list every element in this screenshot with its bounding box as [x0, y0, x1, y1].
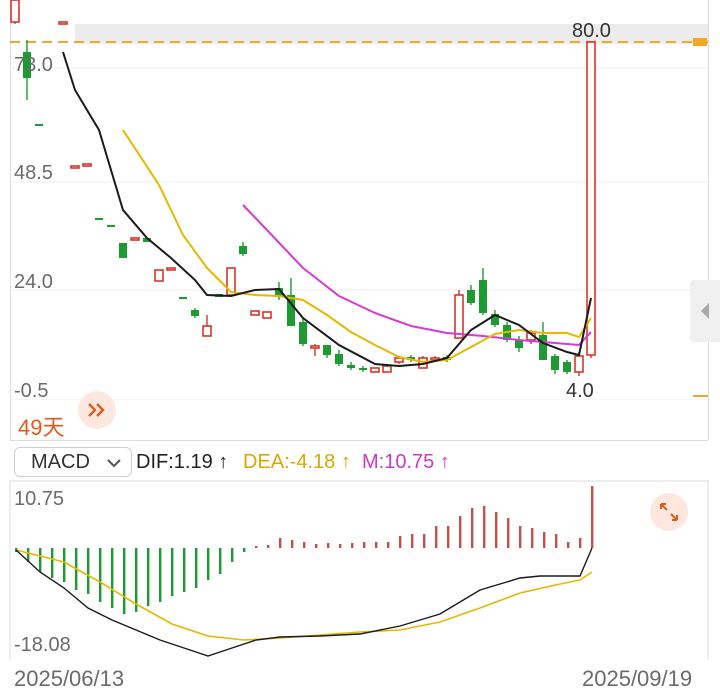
low-price-label: 4.0: [566, 380, 594, 402]
indicator-select[interactable]: MACD: [14, 447, 132, 477]
dea-text: DEA:-4.18: [243, 451, 336, 473]
end-date: 2025/09/19: [582, 666, 693, 691]
m-text: M:10.75: [362, 451, 435, 473]
macd-y-bottom: -18.08: [14, 634, 71, 656]
kline-chart[interactable]: [0, 0, 720, 400]
macd-chart[interactable]: [0, 480, 720, 660]
dif-text: DIF:1.19: [136, 451, 213, 473]
side-panel-toggle[interactable]: [690, 280, 720, 342]
panel-divider: [10, 440, 708, 441]
period-days-label: 49天: [18, 415, 65, 440]
dif-arrow: ↑: [218, 451, 229, 473]
indicator-select-value: MACD: [31, 450, 90, 473]
dif-value: DIF:1.19 ↑: [136, 451, 228, 474]
fullscreen-button[interactable]: [650, 493, 688, 531]
start-date: 2025/06/13: [14, 666, 125, 691]
y-label-2: 48.5: [14, 162, 53, 184]
y-label-top: 73.0: [14, 54, 53, 76]
expand-arrows-icon: [660, 503, 678, 521]
chevron-down-icon: [107, 459, 121, 468]
m-value: M:10.75 ↑: [362, 451, 450, 474]
dea-arrow: ↑: [340, 451, 351, 473]
dea-value: DEA:-4.18 ↑: [243, 451, 351, 474]
high-price-label: 80.0: [572, 20, 611, 42]
double-chevron-right-icon: [88, 403, 105, 417]
macd-y-top: 10.75: [14, 488, 65, 510]
m-arrow: ↑: [439, 451, 450, 473]
ref-marker: [693, 38, 707, 46]
y-label-3: 24.0: [14, 271, 53, 293]
y-label-bottom: -0.5: [14, 380, 49, 402]
expand-period-button[interactable]: [78, 391, 116, 429]
chevron-left-icon: [701, 303, 709, 319]
